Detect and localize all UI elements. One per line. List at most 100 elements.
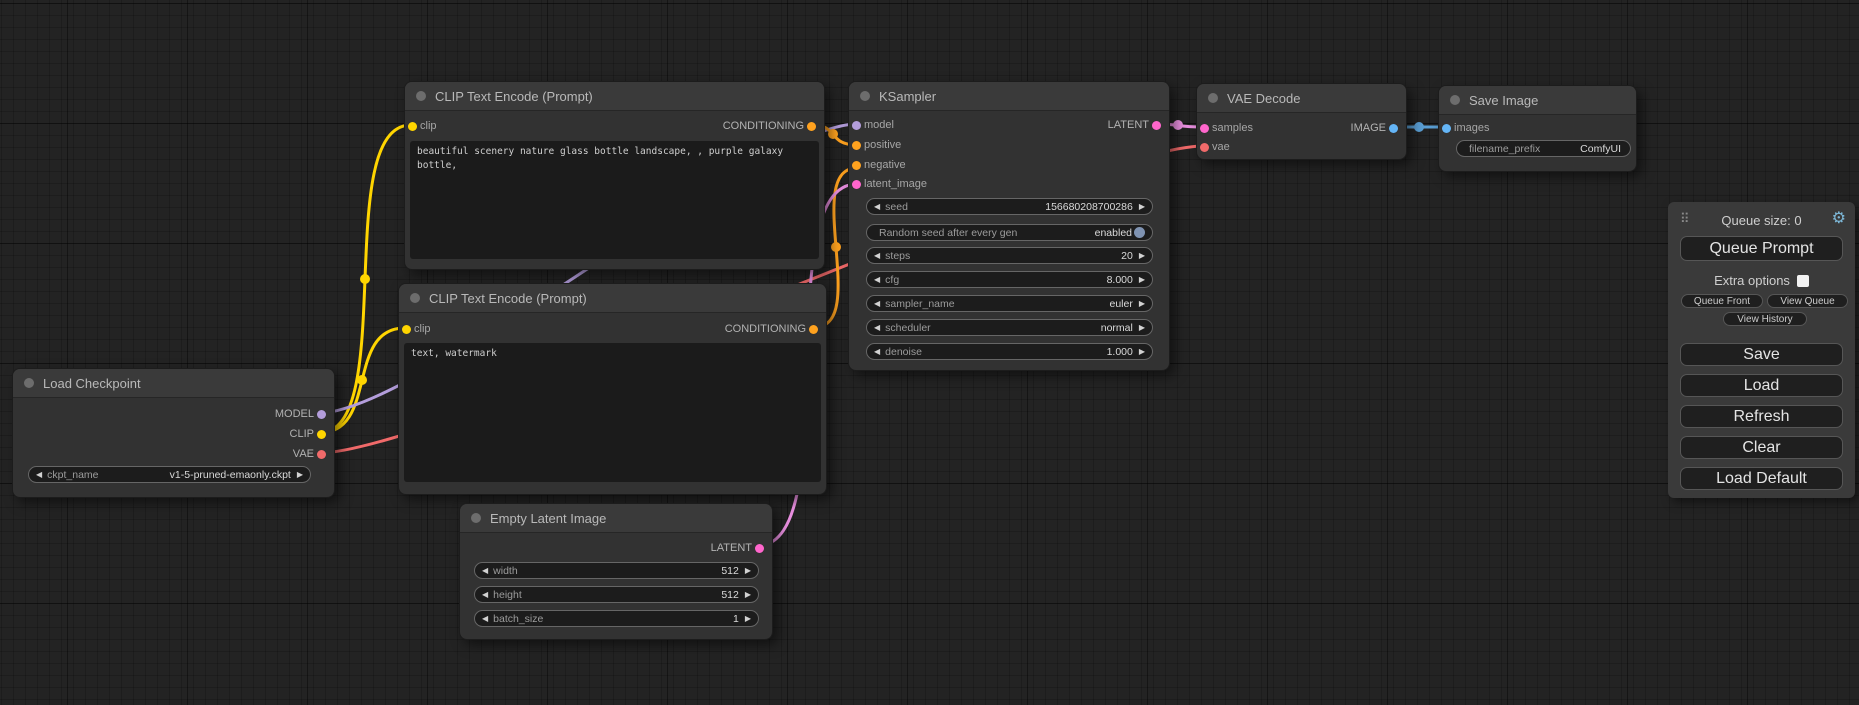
decrement-arrow-icon[interactable]: ◀ <box>874 276 880 284</box>
output-clip[interactable]: CLIP <box>290 427 334 441</box>
decrement-arrow-icon[interactable]: ◀ <box>482 615 488 623</box>
output-conditioning[interactable]: CONDITIONING <box>725 322 826 336</box>
widget-height[interactable]: ◀ height 512 ▶ <box>474 586 759 603</box>
decrement-arrow-icon[interactable]: ◀ <box>482 567 488 575</box>
increment-arrow-icon[interactable]: ▶ <box>1139 300 1145 308</box>
refresh-button[interactable]: Refresh <box>1680 405 1843 428</box>
increment-arrow-icon[interactable]: ▶ <box>1139 348 1145 356</box>
widget-steps[interactable]: ◀ steps 20 ▶ <box>866 247 1153 264</box>
node-header[interactable]: Empty Latent Image <box>460 504 772 533</box>
increment-arrow-icon[interactable]: ▶ <box>1139 324 1145 332</box>
widget-cfg[interactable]: ◀ cfg 8.000 ▶ <box>866 271 1153 288</box>
increment-arrow-icon[interactable]: ▶ <box>1139 203 1145 211</box>
increment-arrow-icon[interactable]: ▶ <box>745 567 751 575</box>
widget-value: 512 <box>721 589 739 601</box>
port-dot-latent[interactable] <box>1200 124 1209 133</box>
port-dot-image[interactable] <box>1442 124 1451 133</box>
graph-canvas[interactable]: Load Checkpoint MODEL CLIP VAE ◀ ckpt_na… <box>0 0 1859 705</box>
output-image[interactable]: IMAGE <box>1351 121 1406 135</box>
node-header[interactable]: Load Checkpoint <box>13 369 334 398</box>
port-dot-conditioning[interactable] <box>809 325 818 334</box>
widget-scheduler[interactable]: ◀ scheduler normal ▶ <box>866 319 1153 336</box>
node-header[interactable]: VAE Decode <box>1197 84 1406 113</box>
node-header[interactable]: KSampler <box>849 82 1169 111</box>
node-header[interactable]: Save Image <box>1439 86 1636 115</box>
prompt-textarea[interactable]: text, watermark <box>404 343 821 482</box>
increment-arrow-icon[interactable]: ▶ <box>297 471 303 479</box>
node-save-image[interactable]: Save Image images filename_prefix ComfyU… <box>1438 85 1637 172</box>
port-dot-clip[interactable] <box>408 122 417 131</box>
port-dot-conditioning[interactable] <box>852 161 861 170</box>
input-images[interactable]: images <box>1439 121 1489 135</box>
prompt-textarea[interactable]: beautiful scenery nature glass bottle la… <box>410 141 819 259</box>
widget-seed[interactable]: ◀ seed 156680208700286 ▶ <box>866 198 1153 215</box>
port-dot-image[interactable] <box>1389 124 1398 133</box>
port-dot-vae[interactable] <box>317 450 326 459</box>
output-latent[interactable]: LATENT <box>1108 118 1169 132</box>
decrement-arrow-icon[interactable]: ◀ <box>874 252 880 260</box>
link-midpoint-dot <box>1173 120 1183 130</box>
widget-label: steps <box>885 250 910 262</box>
input-vae[interactable]: vae <box>1197 140 1230 154</box>
input-latent-image[interactable]: latent_image <box>849 177 927 191</box>
node-clip-text-encode-negative[interactable]: CLIP Text Encode (Prompt) clip CONDITION… <box>398 283 827 495</box>
port-label: images <box>1454 122 1489 134</box>
decrement-arrow-icon[interactable]: ◀ <box>874 300 880 308</box>
input-clip[interactable]: clip <box>399 322 431 336</box>
node-empty-latent-image[interactable]: Empty Latent Image LATENT ◀ width 512 ▶ … <box>459 503 773 640</box>
port-dot-conditioning[interactable] <box>852 141 861 150</box>
settings-gear-icon[interactable]: ⚙ <box>1832 211 1846 227</box>
view-history-button[interactable]: View History <box>1723 312 1807 326</box>
output-model[interactable]: MODEL <box>275 407 334 421</box>
increment-arrow-icon[interactable]: ▶ <box>745 591 751 599</box>
decrement-arrow-icon[interactable]: ◀ <box>874 203 880 211</box>
widget-random-seed-toggle[interactable]: Random seed after every gen enabled <box>866 224 1153 241</box>
node-load-checkpoint[interactable]: Load Checkpoint MODEL CLIP VAE ◀ ckpt_na… <box>12 368 335 498</box>
input-negative[interactable]: negative <box>849 158 906 172</box>
node-ksampler[interactable]: KSampler model positive negative latent_… <box>848 81 1170 371</box>
view-queue-button[interactable]: View Queue <box>1767 294 1848 308</box>
load-default-button[interactable]: Load Default <box>1680 467 1843 490</box>
widget-batch-size[interactable]: ◀ batch_size 1 ▶ <box>474 610 759 627</box>
widget-width[interactable]: ◀ width 512 ▶ <box>474 562 759 579</box>
queue-front-button[interactable]: Queue Front <box>1681 294 1763 308</box>
output-latent[interactable]: LATENT <box>711 541 772 555</box>
port-dot-latent[interactable] <box>1152 121 1161 130</box>
widget-denoise[interactable]: ◀ denoise 1.000 ▶ <box>866 343 1153 360</box>
widget-ckpt-name[interactable]: ◀ ckpt_name v1-5-pruned-emaonly.ckpt ▶ <box>28 466 311 483</box>
input-clip[interactable]: clip <box>405 119 437 133</box>
decrement-arrow-icon[interactable]: ◀ <box>482 591 488 599</box>
decrement-arrow-icon[interactable]: ◀ <box>36 471 42 479</box>
input-samples[interactable]: samples <box>1197 121 1253 135</box>
output-vae[interactable]: VAE <box>293 447 334 461</box>
port-dot-conditioning[interactable] <box>807 122 816 131</box>
save-button[interactable]: Save <box>1680 343 1843 366</box>
node-header[interactable]: CLIP Text Encode (Prompt) <box>405 82 824 111</box>
widget-sampler-name[interactable]: ◀ sampler_name euler ▶ <box>866 295 1153 312</box>
extra-options-checkbox[interactable] <box>1797 275 1809 287</box>
queue-prompt-button[interactable]: Queue Prompt <box>1680 236 1843 261</box>
node-vae-decode[interactable]: VAE Decode samples vae IMAGE <box>1196 83 1407 160</box>
increment-arrow-icon[interactable]: ▶ <box>745 615 751 623</box>
port-dot-model[interactable] <box>317 410 326 419</box>
port-label: MODEL <box>275 408 314 420</box>
input-model[interactable]: model <box>849 118 894 132</box>
port-dot-model[interactable] <box>852 121 861 130</box>
port-dot-latent[interactable] <box>852 180 861 189</box>
output-conditioning[interactable]: CONDITIONING <box>723 119 824 133</box>
load-button[interactable]: Load <box>1680 374 1843 397</box>
port-dot-vae[interactable] <box>1200 143 1209 152</box>
input-positive[interactable]: positive <box>849 138 901 152</box>
increment-arrow-icon[interactable]: ▶ <box>1139 276 1145 284</box>
toggle-enabled-dot[interactable] <box>1134 227 1145 238</box>
decrement-arrow-icon[interactable]: ◀ <box>874 324 880 332</box>
increment-arrow-icon[interactable]: ▶ <box>1139 252 1145 260</box>
port-dot-clip[interactable] <box>317 430 326 439</box>
port-dot-latent[interactable] <box>755 544 764 553</box>
node-header[interactable]: CLIP Text Encode (Prompt) <box>399 284 826 313</box>
decrement-arrow-icon[interactable]: ◀ <box>874 348 880 356</box>
node-clip-text-encode-positive[interactable]: CLIP Text Encode (Prompt) clip CONDITION… <box>404 81 825 270</box>
clear-button[interactable]: Clear <box>1680 436 1843 459</box>
port-dot-clip[interactable] <box>402 325 411 334</box>
widget-filename-prefix[interactable]: filename_prefix ComfyUI <box>1456 140 1631 157</box>
